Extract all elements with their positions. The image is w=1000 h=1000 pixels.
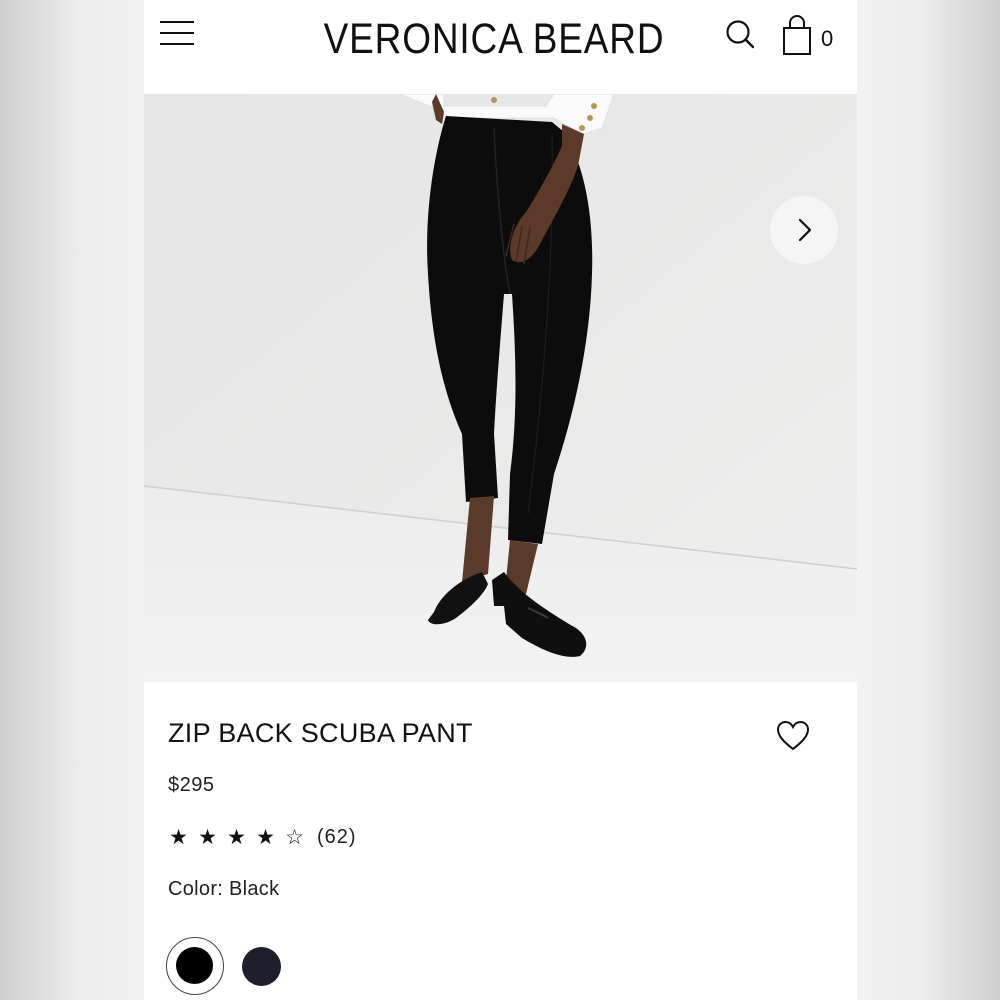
product-info: ZIP BACK SCUBA PANT $295 ★ ★ ★ ★ ☆ (62) … — [144, 682, 857, 1000]
site-header: VERONICA BEARD 0 — [144, 0, 857, 94]
star-empty-icon: ☆ — [285, 825, 304, 849]
search-button[interactable] — [724, 18, 758, 52]
star-filled-icon: ★ — [169, 825, 188, 849]
swatch-black[interactable] — [166, 937, 224, 995]
swatch-navy[interactable] — [242, 947, 281, 986]
star-filled-icon: ★ — [227, 825, 246, 849]
star-filled-icon: ★ — [198, 825, 217, 849]
swatch-black-fill — [176, 947, 213, 984]
search-icon — [726, 20, 755, 49]
menu-icon-line — [160, 32, 194, 34]
next-image-button[interactable] — [770, 196, 838, 264]
cart-count: 0 — [821, 26, 834, 51]
shopping-bag-icon — [783, 15, 811, 55]
color-label: Color: Black — [168, 878, 280, 900]
star-filled-icon: ★ — [256, 825, 275, 849]
menu-icon-line — [160, 21, 194, 23]
star-rating[interactable]: ★ ★ ★ ★ ☆ (62) — [164, 822, 357, 852]
review-count[interactable]: (62) — [317, 826, 357, 849]
wishlist-button[interactable] — [774, 718, 812, 754]
chevron-right-icon — [798, 218, 812, 242]
product-image[interactable] — [144, 94, 857, 682]
heart-icon — [776, 720, 810, 751]
menu-button[interactable] — [158, 16, 196, 50]
product-price: $295 — [168, 774, 215, 796]
menu-icon-line — [160, 43, 194, 45]
mobile-screen: VERONICA BEARD 0 ZIP BACK SCUBA PANT $29… — [144, 0, 857, 1000]
product-photo — [144, 94, 857, 682]
brand-logo[interactable]: VERONICA BEARD — [322, 14, 666, 64]
shopping-bag-button[interactable]: 0 — [780, 14, 838, 58]
product-title: ZIP BACK SCUBA PANT — [168, 718, 473, 748]
